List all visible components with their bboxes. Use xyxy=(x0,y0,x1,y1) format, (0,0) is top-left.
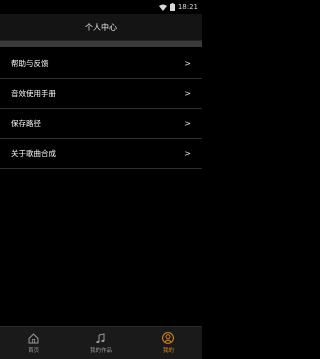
tab-home[interactable]: 首页 xyxy=(0,327,67,359)
status-time: 18:21 xyxy=(177,3,198,11)
home-icon xyxy=(28,332,39,343)
menu-item-label: 音效使用手册 xyxy=(11,89,56,98)
status-bar: 18:21 xyxy=(0,0,202,14)
wifi-icon xyxy=(158,4,167,11)
tab-label: 首页 xyxy=(28,347,40,354)
menu-item-about[interactable]: 关于歌曲合成 > xyxy=(0,139,202,169)
bottom-tab-bar: 首页 我的作品 我的 xyxy=(0,326,202,359)
tab-label: 我的 xyxy=(162,348,174,354)
user-icon xyxy=(162,332,175,344)
settings-menu: 帮助与反馈 > 音效使用手册 > 保存路径 > 关于歌曲合成 > xyxy=(0,49,202,169)
chevron-right-icon: > xyxy=(184,149,191,158)
chevron-right-icon: > xyxy=(184,89,191,98)
page-title: 个人中心 xyxy=(85,22,117,32)
chevron-right-icon: > xyxy=(184,59,191,68)
menu-item-save-path[interactable]: 保存路径 > xyxy=(0,109,202,139)
tab-mine[interactable]: 我的 xyxy=(135,327,202,359)
chevron-right-icon: > xyxy=(184,119,191,128)
menu-item-label: 保存路径 xyxy=(11,119,41,128)
tab-my-works[interactable]: 我的作品 xyxy=(67,327,134,359)
menu-item-sound-manual[interactable]: 音效使用手册 > xyxy=(0,79,202,109)
menu-item-help-feedback[interactable]: 帮助与反馈 > xyxy=(0,49,202,79)
page-header: 个人中心 xyxy=(0,14,202,41)
section-divider xyxy=(0,41,202,47)
music-note-icon xyxy=(96,332,105,343)
battery-icon xyxy=(169,3,175,11)
menu-item-label: 帮助与反馈 xyxy=(11,59,49,68)
menu-item-label: 关于歌曲合成 xyxy=(11,149,56,158)
tab-label: 我的作品 xyxy=(89,347,112,354)
